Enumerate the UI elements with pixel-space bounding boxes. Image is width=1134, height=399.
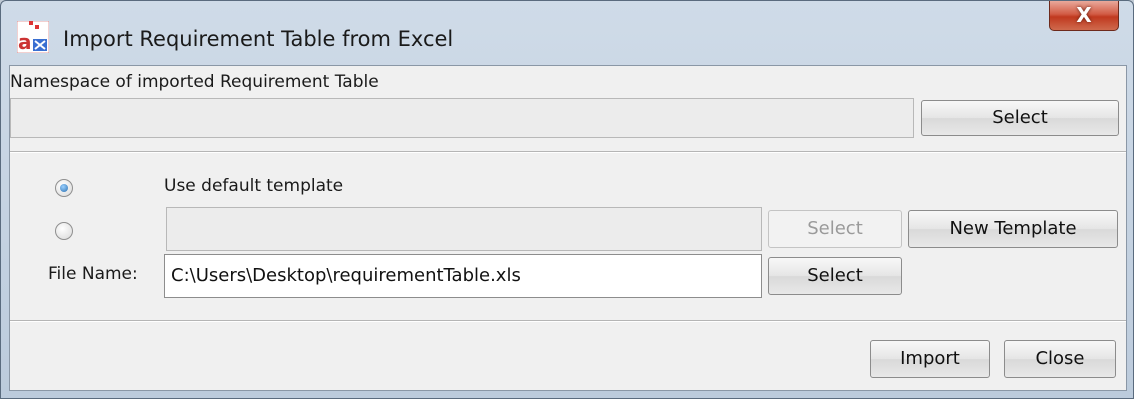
namespace-select-button[interactable]: Select [921, 100, 1119, 136]
app-icon: a [17, 21, 49, 53]
default-template-label: Use default template [164, 176, 344, 196]
custom-template-field[interactable] [166, 207, 762, 251]
close-button[interactable]: Close [1004, 340, 1116, 378]
namespace-label: Namespace of imported Requirement Table [10, 72, 379, 92]
radio-selected-dot [60, 184, 68, 192]
window-title: Import Requirement Table from Excel [63, 27, 454, 51]
svg-text:a: a [18, 30, 32, 53]
import-button[interactable]: Import [870, 340, 990, 378]
file-name-label: File Name: [48, 264, 138, 284]
separator-bottom [10, 320, 1126, 322]
new-template-button[interactable]: New Template [908, 210, 1118, 248]
custom-template-select-button[interactable]: Select [768, 210, 902, 248]
namespace-field[interactable] [10, 98, 914, 138]
import-dialog: a Import Requirement Table from Excel X … [0, 0, 1134, 399]
title-bar[interactable]: a Import Requirement Table from Excel X [1, 1, 1133, 65]
file-select-button[interactable]: Select [768, 257, 902, 295]
dialog-content: Namespace of imported Requirement Table … [9, 65, 1127, 391]
window-close-button[interactable]: X [1049, 1, 1119, 31]
separator-top [10, 151, 1126, 153]
default-template-radio[interactable] [55, 179, 73, 197]
file-name-input[interactable]: C:\Users\Desktop\requirementTable.xls [164, 254, 762, 298]
custom-template-radio[interactable] [55, 222, 73, 240]
